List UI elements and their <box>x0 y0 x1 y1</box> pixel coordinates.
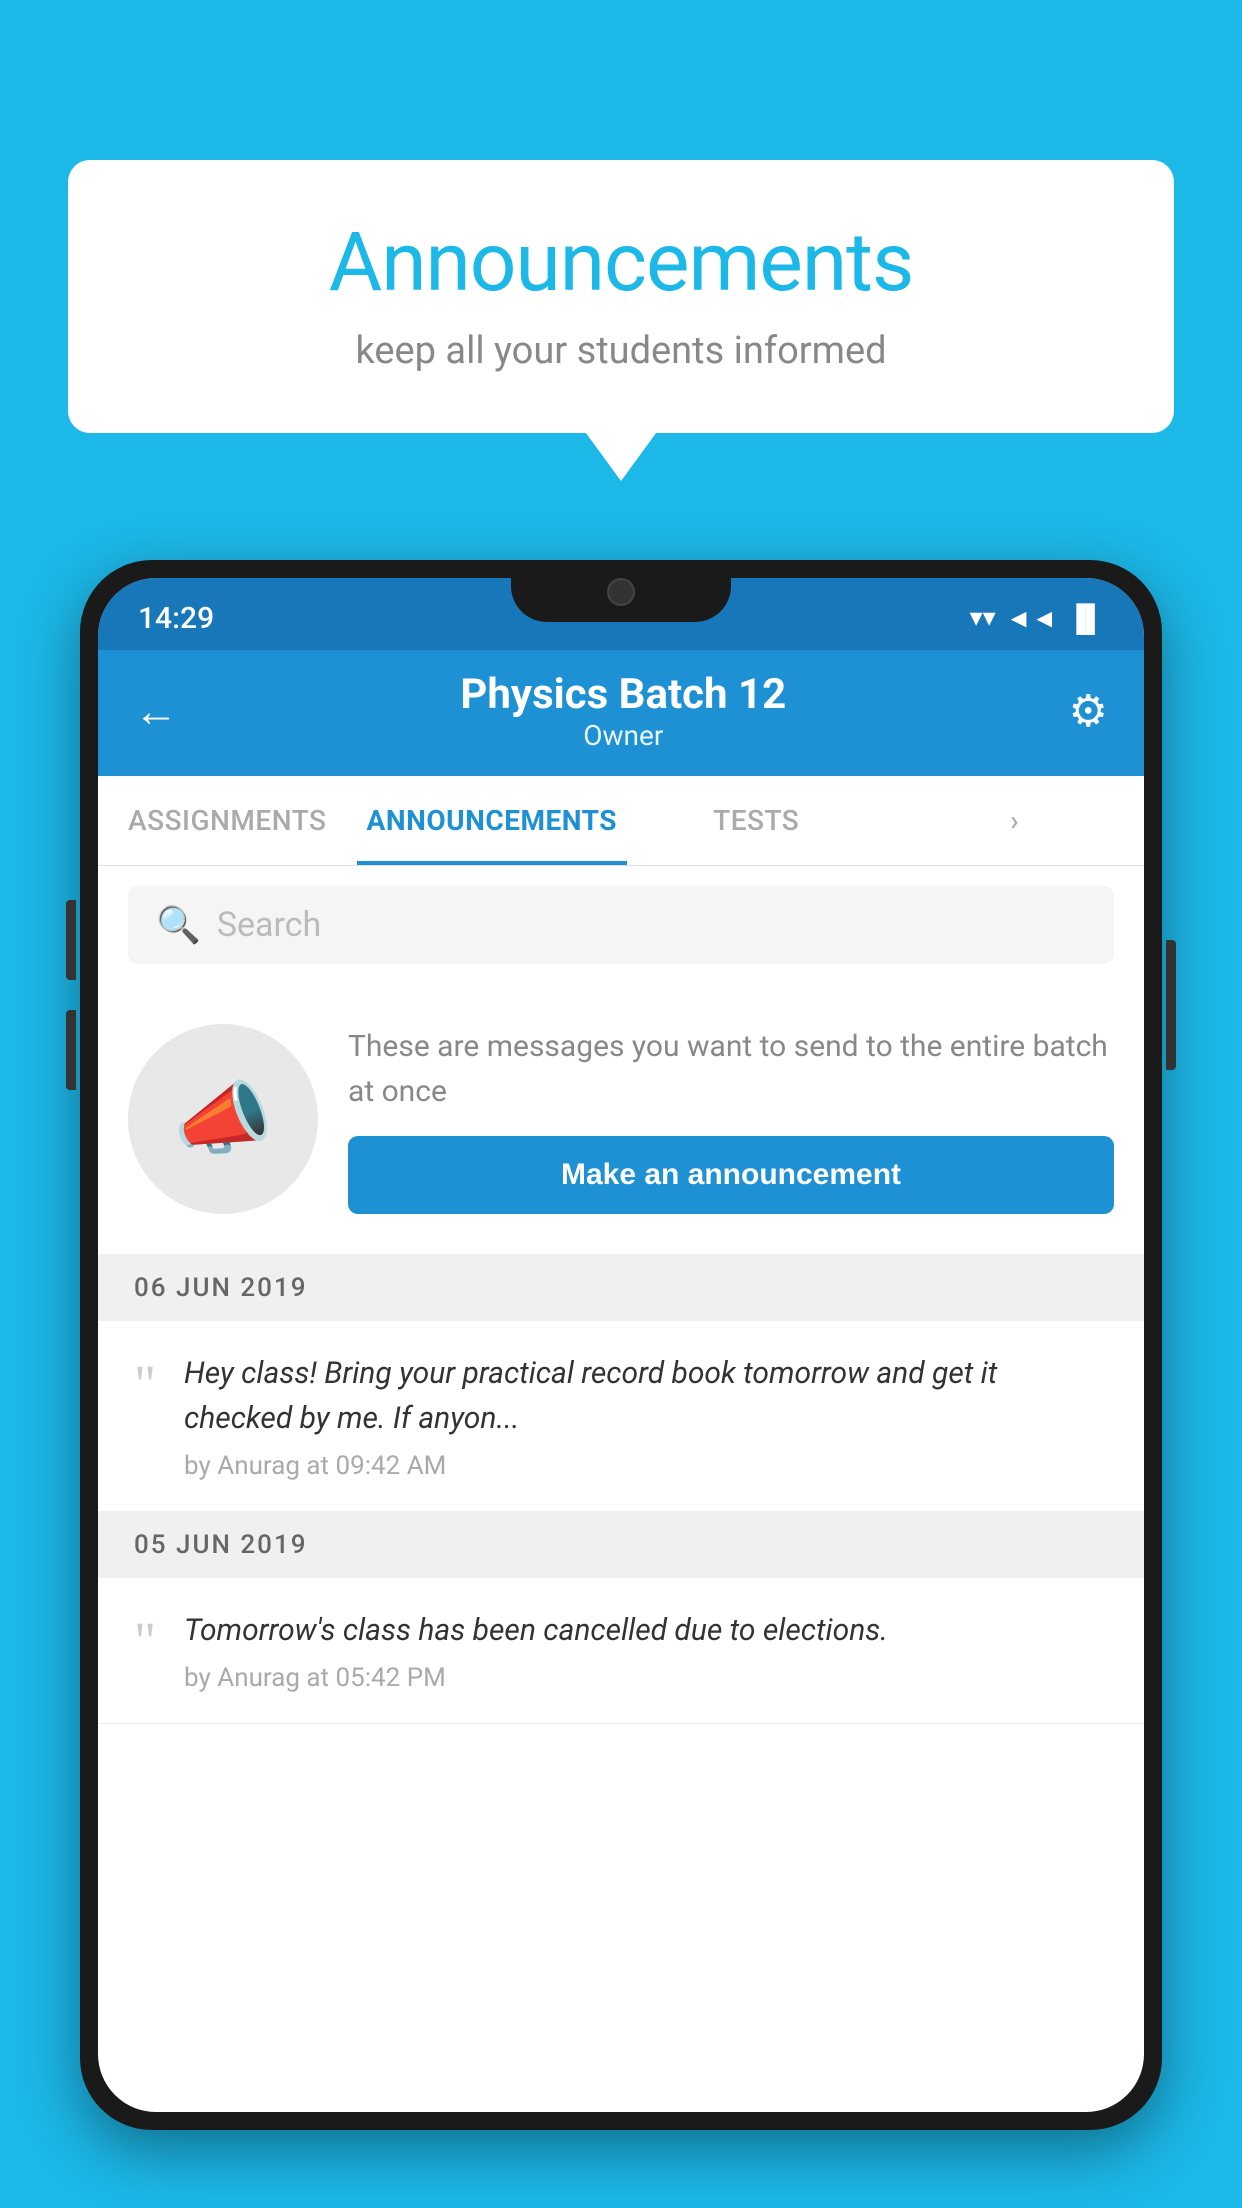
signal-icon: ◄◄ <box>1006 603 1057 634</box>
phone-screen: 14:29 ▾▾ ◄◄ ▐▌ ← Physics Batch 12 Owner … <box>98 578 1144 2112</box>
tab-assignments[interactable]: ASSIGNMENTS <box>98 776 357 865</box>
tab-more[interactable]: › <box>885 776 1144 865</box>
announcement-content-2: Tomorrow's class has been cancelled due … <box>184 1608 888 1693</box>
announcement-description: These are messages you want to send to t… <box>348 1024 1114 1114</box>
announcement-meta-2: by Anurag at 05:42 PM <box>184 1663 888 1693</box>
phone-wrapper: 14:29 ▾▾ ◄◄ ▐▌ ← Physics Batch 12 Owner … <box>80 560 1162 2208</box>
search-bar[interactable]: 🔍 Search <box>128 886 1114 964</box>
phone-camera <box>607 578 635 606</box>
announcement-message-2: Tomorrow's class has been cancelled due … <box>184 1608 888 1653</box>
tabs-container: ASSIGNMENTS ANNOUNCEMENTS TESTS › <box>98 776 1144 866</box>
announcement-right: These are messages you want to send to t… <box>348 1024 1114 1214</box>
announcement-item-1[interactable]: " Hey class! Bring your practical record… <box>98 1321 1144 1512</box>
phone: 14:29 ▾▾ ◄◄ ▐▌ ← Physics Batch 12 Owner … <box>80 560 1162 2130</box>
announcement-intro: 📣 These are messages you want to send to… <box>98 984 1144 1255</box>
header-title: Physics Batch 12 <box>460 670 786 719</box>
quote-icon-2: " <box>134 1614 156 1668</box>
status-icons: ▾▾ ◄◄ ▐▌ <box>970 603 1104 634</box>
date-separator-1: 06 JUN 2019 <box>98 1255 1144 1321</box>
search-icon: 🔍 <box>156 904 201 946</box>
volume-up-button[interactable] <box>66 900 76 980</box>
announcements-subtitle: keep all your students informed <box>128 329 1114 373</box>
speech-bubble: Announcements keep all your students inf… <box>68 160 1174 433</box>
tab-announcements[interactable]: ANNOUNCEMENTS <box>357 776 627 865</box>
announcement-message-1: Hey class! Bring your practical record b… <box>184 1351 1108 1441</box>
make-announcement-button[interactable]: Make an announcement <box>348 1136 1114 1214</box>
date-separator-2: 05 JUN 2019 <box>98 1512 1144 1578</box>
announcements-title: Announcements <box>128 215 1114 311</box>
speech-bubble-container: Announcements keep all your students inf… <box>68 160 1174 433</box>
tab-tests[interactable]: TESTS <box>627 776 886 865</box>
announcement-icon-circle: 📣 <box>128 1024 318 1214</box>
settings-icon[interactable]: ⚙ <box>1069 685 1108 737</box>
announcement-item-2[interactable]: " Tomorrow's class has been cancelled du… <box>98 1578 1144 1724</box>
search-container: 🔍 Search <box>98 866 1144 984</box>
megaphone-icon: 📣 <box>173 1072 273 1166</box>
power-button[interactable] <box>1166 940 1176 1070</box>
search-placeholder: Search <box>217 905 321 945</box>
back-button[interactable]: ← <box>134 685 178 737</box>
volume-down-button[interactable] <box>66 1010 76 1090</box>
announcement-content-1: Hey class! Bring your practical record b… <box>184 1351 1108 1481</box>
header-subtitle: Owner <box>460 719 786 752</box>
wifi-icon: ▾▾ <box>970 603 996 633</box>
status-time: 14:29 <box>138 601 214 636</box>
quote-icon-1: " <box>134 1357 156 1411</box>
header-center: Physics Batch 12 Owner <box>460 670 786 752</box>
announcement-meta-1: by Anurag at 09:42 AM <box>184 1451 1108 1481</box>
battery-icon: ▐▌ <box>1067 603 1104 634</box>
phone-notch <box>511 560 731 622</box>
app-header: ← Physics Batch 12 Owner ⚙ <box>98 650 1144 776</box>
